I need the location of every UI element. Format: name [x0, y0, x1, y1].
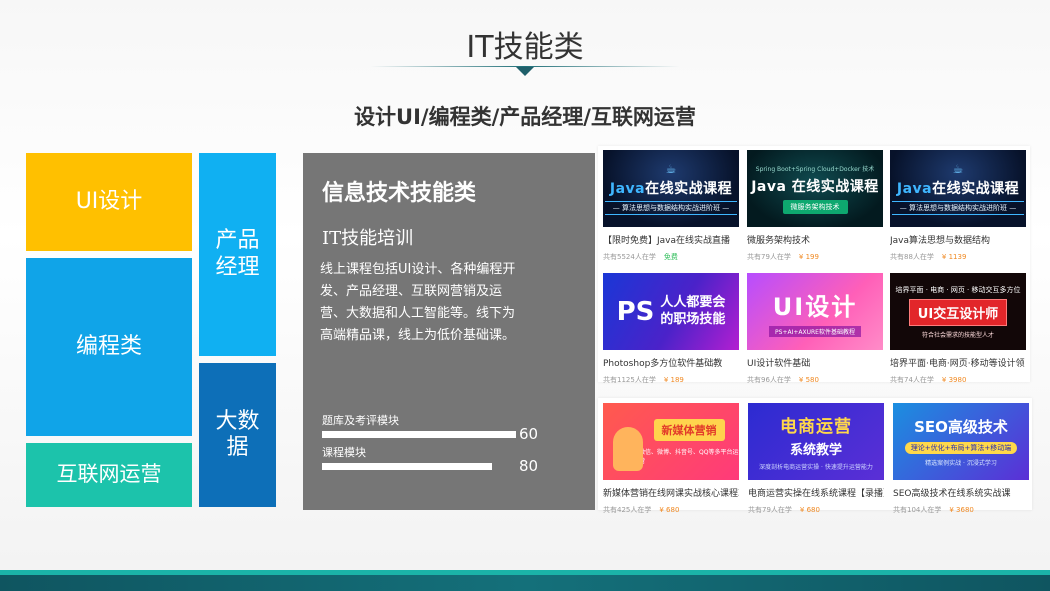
course-title[interactable]: 【限时免费】Java在线实战直播 [603, 233, 739, 246]
tile-internet-ops[interactable]: 互联网运营 [26, 443, 192, 507]
progress-bar [322, 431, 516, 438]
course-thumbnail: 培界平面 · 电商 · 网页 · 移动交互多方位 UI交互设计师 符合社会需求的… [890, 273, 1026, 350]
course-meta: 共有74人在学 ¥ 3980 [890, 376, 967, 384]
info-subheading: IT技能培训 [322, 228, 414, 249]
course-card[interactable]: ☕ Java在线实战课程 — 算法思想与数据结构实战进阶班 — Java算法思想… [890, 150, 1026, 262]
thumb-tag: PS+AI+AXURE软件基础教程 [769, 325, 861, 337]
thumb-bottom: 符合社会需求的技能型人才 [921, 331, 994, 339]
thumb-tag: 理论+优化+布局+算法+移动端 [904, 442, 1018, 454]
person-illustration-icon [613, 427, 643, 471]
thumb-top: Spring Boot+Spring Cloud+Docker 技术 [755, 165, 875, 173]
course-thumbnail: 电商运营 系统教学 深度剖析电商运营实操 · 快速提升运营能力 [748, 403, 884, 480]
thumb-bottom: 精选案例实战 · 沉浸式学习 [925, 460, 997, 467]
tile-label: 大数 据 [215, 408, 260, 460]
course-meta: 共有88人在学 ¥ 1139 [890, 253, 967, 261]
info-description: 线上课程包括UI设计、各种编程开发、产品经理、互联网营销及运营、大数据和人工智能… [320, 262, 516, 343]
thumb-tag: — 算法思想与数据结构实战进阶班 — [891, 201, 1025, 215]
thumb-headline: Java 在线实战课程 [751, 178, 879, 195]
course-meta: 共有79人在学 ¥ 199 [747, 253, 819, 261]
course-meta: 共有79人在学 ¥ 680 [748, 506, 820, 514]
course-card[interactable]: 培界平面 · 电商 · 网页 · 移动交互多方位 UI交互设计师 符合社会需求的… [890, 273, 1026, 385]
course-card[interactable]: 电商运营 系统教学 深度剖析电商运营实操 · 快速提升运营能力 电商运营实操在线… [748, 403, 884, 515]
course-card[interactable]: PS 人人都要会 的职场技能 Photoshop多方位软件基础教 共有1125人在… [603, 273, 739, 385]
thumb-subheadline: 系统教学 [789, 443, 842, 458]
course-thumbnail: Spring Boot+Spring Cloud+Docker 技术 Java … [747, 150, 883, 227]
tile-big-data[interactable]: 大数 据 [199, 363, 276, 507]
course-thumbnail: SEO高级技术 理论+优化+布局+算法+移动端 精选案例实战 · 沉浸式学习 [893, 403, 1029, 480]
course-group: 新媒体营销 微信、微博、抖音号、QQ等多平台运营 新媒体营销在线网课实战核心课程… [598, 398, 1032, 514]
title-arrow-icon [516, 67, 534, 76]
course-title[interactable]: 电商运营实操在线系统课程【录播】 [748, 486, 884, 499]
java-cup-icon: ☕ [952, 162, 964, 176]
course-thumbnail: 新媒体营销 微信、微博、抖音号、QQ等多平台运营 [603, 403, 739, 480]
course-meta: 共有425人在学 ¥ 680 [603, 506, 680, 514]
info-panel: 信息技术技能类 IT技能培训 线上课程包括UI设计、各种编程开发、产品经理、互联… [303, 153, 595, 510]
course-meta: 共有1125人在学 ¥ 189 [603, 376, 684, 384]
thumb-headline: 电商运营 [780, 417, 852, 437]
course-group: ☕ Java在线实战课程 — 算法思想与数据结构实战进阶班 — 【限时免费】Ja… [598, 146, 1030, 385]
thumb-text: 人人都要会 的职场技能 [660, 294, 726, 327]
bar-label: 题库及考评模块 [322, 414, 399, 427]
tile-ui-design[interactable]: UI设计 [26, 153, 192, 251]
page-title: IT技能类 [466, 30, 584, 65]
info-heading: 信息技术技能类 [322, 181, 477, 206]
thumb-headline: SEO高级技术 [914, 418, 1008, 436]
progress-bar [322, 463, 492, 470]
ps-logo-icon: PS [616, 296, 655, 327]
tile-label: 产品 经理 [215, 228, 260, 280]
page-subtitle: 设计UI/编程类/产品经理/互联网运营 [354, 105, 696, 129]
course-title[interactable]: 微服务架构技术 [747, 233, 883, 246]
thumb-top: 培界平面 · 电商 · 网页 · 移动交互多方位 [895, 285, 1021, 294]
thumb-headline: UI设计 [772, 292, 858, 321]
course-title[interactable]: 培界平面·电商·网页·移动等设计领 [890, 356, 1026, 369]
bar-label: 课程模块 [322, 446, 366, 459]
thumb-headline: UI交互设计师 [908, 298, 1008, 326]
course-title[interactable]: SEO高级技术在线系统实战课 [893, 486, 1029, 499]
course-thumbnail: ☕ Java在线实战课程 — 算法思想与数据结构实战进阶班 — [890, 150, 1026, 227]
thumb-tag: 微服务架构技术 [782, 199, 848, 214]
tile-programming[interactable]: 编程类 [26, 258, 192, 436]
course-meta: 共有104人在学 ¥ 3680 [893, 506, 974, 514]
thumb-tag: 深度剖析电商运营实操 · 快速提升运营能力 [759, 464, 873, 471]
thumb-headline: 新媒体营销 [653, 418, 725, 441]
thumb-tag: 微信、微博、抖音号、QQ等多平台运营 [639, 448, 739, 465]
footer-band [0, 575, 1050, 591]
thumb-tag: — 算法思想与数据结构实战进阶班 — [604, 201, 738, 215]
course-thumbnail: PS 人人都要会 的职场技能 [603, 273, 739, 350]
course-title[interactable]: Java算法思想与数据结构 [890, 233, 1026, 246]
tile-label: UI设计 [75, 188, 143, 214]
course-meta: 共有96人在学 ¥ 580 [747, 376, 819, 384]
tile-label: 互联网运营 [56, 462, 162, 487]
course-card[interactable]: UI设计 PS+AI+AXURE软件基础教程 UI设计软件基础 共有96人在学 ¥… [747, 273, 883, 385]
course-card[interactable]: SEO高级技术 理论+优化+布局+算法+移动端 精选案例实战 · 沉浸式学习 S… [893, 403, 1029, 515]
tile-label: 编程类 [75, 333, 142, 359]
bar-value: 60 [519, 425, 539, 443]
course-card[interactable]: ☕ Java在线实战课程 — 算法思想与数据结构实战进阶班 — 【限时免费】Ja… [603, 150, 739, 262]
course-card[interactable]: 新媒体营销 微信、微博、抖音号、QQ等多平台运营 新媒体营销在线网课实战核心课程… [603, 403, 739, 515]
course-title[interactable]: Photoshop多方位软件基础教 [603, 356, 739, 369]
course-thumbnail: ☕ Java在线实战课程 — 算法思想与数据结构实战进阶班 — [603, 150, 739, 227]
course-title[interactable]: 新媒体营销在线网课实战核心课程革新 [603, 486, 739, 499]
java-cup-icon: ☕ [665, 162, 677, 176]
course-card[interactable]: Spring Boot+Spring Cloud+Docker 技术 Java … [747, 150, 883, 262]
course-thumbnail: UI设计 PS+AI+AXURE软件基础教程 [747, 273, 883, 350]
thumb-headline: Java在线实战课程 [896, 181, 1020, 197]
course-title[interactable]: UI设计软件基础 [747, 356, 883, 369]
tile-product-manager[interactable]: 产品 经理 [199, 153, 276, 356]
course-meta: 共有5524人在学 免费 [603, 253, 678, 261]
bar-value: 80 [519, 457, 539, 475]
thumb-headline: Java在线实战课程 [609, 181, 733, 197]
